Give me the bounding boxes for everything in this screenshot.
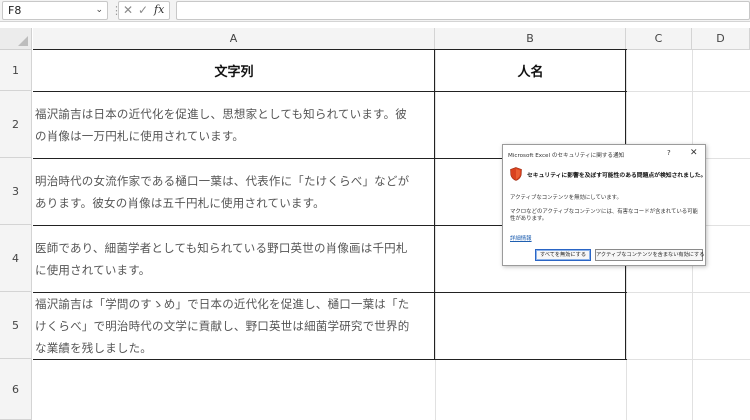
- dialog-message-warning: マクロなどのアクティブなコンテンツには、有害なコードが含まれている可能性がありま…: [510, 209, 698, 222]
- cell-line: けくらべ」で明治時代の文学に貢献し、野口英世は細菌学研究で世界的: [35, 318, 410, 333]
- cell-line: 明治時代の女流作家である樋口一葉は、代表作に「たけくらべ」などが: [35, 173, 410, 188]
- formula-tools: ✕ ✓ fx: [118, 1, 170, 20]
- column-header-a[interactable]: A: [33, 28, 435, 50]
- dialog-title: Microsoft Excel のセキュリティに関する通知: [508, 153, 625, 159]
- cell-line: 医師であり、細菌学者としても知られている野口英世の肖像画は千円札: [35, 240, 408, 255]
- cell-text: 医師であり、細菌学者としても知られている野口英世の肖像画は千円札 に使用されてい…: [35, 237, 408, 281]
- shield-warning-icon: [510, 167, 522, 181]
- row-header-3[interactable]: 3: [0, 158, 32, 225]
- formula-bar: F8 ⌄ ⋮ ✕ ✓ fx: [0, 0, 750, 22]
- column-header-b[interactable]: B: [435, 28, 626, 50]
- insert-function-icon[interactable]: fx: [154, 3, 164, 16]
- dialog-message-disabled: アクティブなコンテンツを無効にしています。: [510, 195, 622, 201]
- table-cell-a3[interactable]: 明治時代の女流作家である樋口一葉は、代表作に「たけくらべ」などが あります。彼女…: [33, 158, 434, 225]
- close-icon[interactable]: ✕: [690, 148, 698, 158]
- cell-line: の肖像は一万円札に使用されています。: [35, 128, 245, 143]
- row-header-2[interactable]: 2: [0, 91, 32, 158]
- select-all-corner[interactable]: [0, 28, 32, 50]
- chevron-down-icon[interactable]: ⌄: [95, 2, 103, 19]
- cell-line: あります。彼女の肖像は五千円札に使用されています。: [35, 195, 325, 210]
- table-cell-a5[interactable]: 福沢諭吉は「学問のすゝめ」で日本の近代化を促進し、樋口一葉は「た けくらべ」で明…: [33, 292, 434, 359]
- cancel-icon[interactable]: ✕: [123, 3, 133, 17]
- table-border: [33, 91, 627, 92]
- table-border: [33, 359, 627, 360]
- row-header-1[interactable]: 1: [0, 50, 32, 91]
- cell-text: 福沢諭吉は日本の近代化を促進し、思想家としても知られています。彼 の肖像は一万円…: [35, 103, 407, 147]
- dialog-heading: セキュリティに影響を及ぼす可能性のある問題点が検知されました。: [527, 173, 707, 179]
- enter-icon[interactable]: ✓: [138, 3, 148, 17]
- enable-without-active-content-button[interactable]: アクティブなコンテンツを含まない有効にする: [595, 249, 704, 261]
- disable-all-button[interactable]: すべてを無効にする: [535, 249, 591, 261]
- cell-line: な業績を残しました。: [35, 340, 152, 355]
- header-cell-name[interactable]: 人名: [435, 50, 626, 91]
- cell-line: に使用されています。: [35, 262, 151, 277]
- cell-line: 福沢諭吉は「学問のすゝめ」で日本の近代化を促進し、樋口一葉は「た: [35, 296, 410, 311]
- cell-line: 福沢諭吉は日本の近代化を促進し、思想家としても知られています。彼: [35, 106, 407, 121]
- more-info-link[interactable]: 詳細情報: [510, 234, 532, 242]
- name-box-value: F8: [8, 4, 22, 17]
- header-cell-text[interactable]: 文字列: [33, 50, 435, 91]
- column-header-d[interactable]: D: [692, 28, 750, 50]
- formula-input[interactable]: [176, 1, 750, 20]
- table-cell-a4[interactable]: 医師であり、細菌学者としても知られている野口英世の肖像画は千円札 に使用されてい…: [33, 225, 434, 292]
- table-border: [33, 49, 627, 50]
- table-border: [434, 49, 435, 360]
- table-cell-b5[interactable]: [436, 293, 625, 359]
- row-header-6[interactable]: 6: [0, 359, 32, 420]
- cell-text: 福沢諭吉は「学問のすゝめ」で日本の近代化を促進し、樋口一葉は「た けくらべ」で明…: [35, 293, 409, 359]
- row-header-4[interactable]: 4: [0, 225, 32, 292]
- name-box[interactable]: F8 ⌄: [2, 1, 108, 20]
- row-header-5[interactable]: 5: [0, 292, 32, 359]
- security-notice-dialog: Microsoft Excel のセキュリティに関する通知 ? ✕ セキュリティ…: [502, 144, 706, 266]
- table-border: [33, 292, 627, 293]
- select-all-triangle-icon: [18, 36, 28, 46]
- cell-text: 明治時代の女流作家である樋口一葉は、代表作に「たけくらべ」などが あります。彼女…: [35, 170, 409, 214]
- help-icon[interactable]: ?: [667, 149, 671, 157]
- table-cell-a2[interactable]: 福沢諭吉は日本の近代化を促進し、思想家としても知られています。彼 の肖像は一万円…: [33, 91, 434, 158]
- column-header-c[interactable]: C: [626, 28, 692, 50]
